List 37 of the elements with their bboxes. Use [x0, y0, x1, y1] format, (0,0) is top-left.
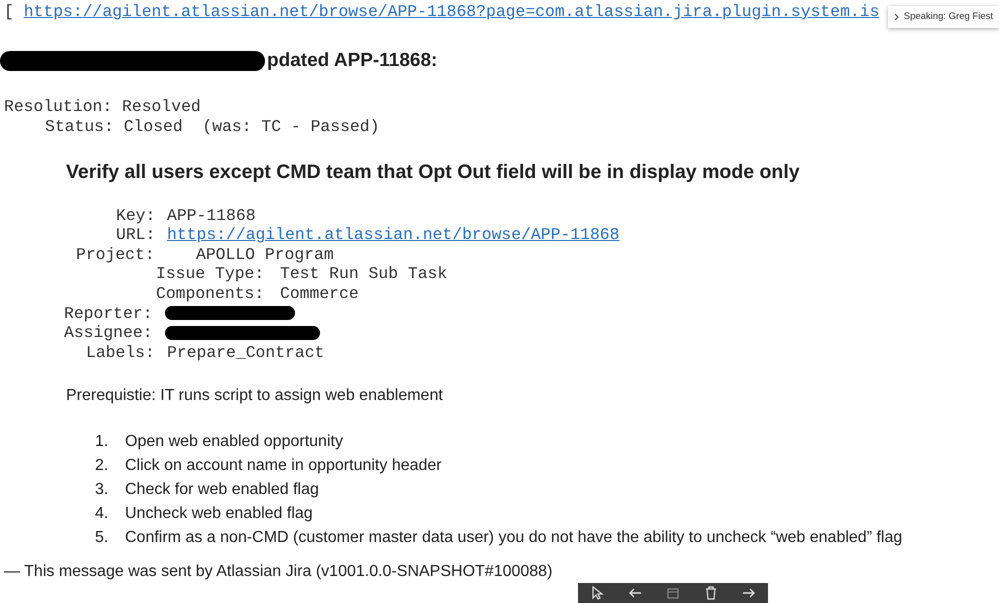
- field-value: APP-11868: [167, 206, 256, 226]
- step-text: Click on account name in opportunity header: [125, 456, 442, 476]
- step-text: Uncheck web enabled flag: [125, 504, 313, 524]
- issue-summary: Verify all users except CMD team that Opt Out field will be in display mode only: [66, 160, 801, 186]
- field-label: Issue Type:: [156, 264, 264, 284]
- field-label: URL:: [116, 225, 156, 245]
- field-label: Labels:: [86, 342, 155, 362]
- field-value: Resolved: [122, 97, 201, 116]
- url-link[interactable]: https://agilent.atlassian.net/browse/APP-11868?page=com.atlassian.jira.plugin.system.is: [24, 2, 880, 21]
- field-label: Reporter:: [64, 304, 153, 324]
- field-label: Key:: [116, 206, 156, 226]
- field-value: Commerce: [280, 284, 359, 304]
- step-text: Open web enabled opportunity: [125, 432, 343, 452]
- speaking-text: Speaking: Greg Fiest: [904, 10, 993, 24]
- step-number: 1.: [95, 432, 110, 452]
- step-text: Check for web enabled flag: [125, 480, 319, 500]
- field-label: Assignee:: [64, 323, 153, 343]
- bracket-text: [: [4, 2, 14, 21]
- step-text: Confirm as a non-CMD (customer master data user) you do not have the ability to uncheck “web enabled” flag: [125, 528, 902, 548]
- field-value: Prepare_Contract: [167, 342, 324, 362]
- step-number: 5.: [95, 528, 110, 548]
- chevron-icon: [894, 13, 900, 22]
- field-value: Closed (was: TC - Passed): [124, 116, 380, 136]
- field-value: APOLLO Program: [196, 244, 334, 264]
- step-number: 3.: [95, 480, 110, 500]
- step-number: 4.: [95, 504, 110, 524]
- step-number: 2.: [95, 456, 110, 476]
- footer-text: — This message was sent by Atlassian Jira (v1001.0.0-SNAPSHOT#100088): [4, 562, 552, 582]
- update-heading: pdated APP-11868:: [267, 48, 438, 73]
- field-label: Components:: [156, 284, 264, 304]
- issue-link[interactable]: https://agilent.atlassian.net/browse/APP-11868: [167, 225, 620, 245]
- field-label: Resolution:: [4, 97, 112, 116]
- trash-icon: [703, 585, 719, 601]
- prerequisite-text: Prerequistie: IT runs script to assign web enablement: [66, 386, 444, 406]
- field-label: Project:: [76, 244, 155, 264]
- field-value: Test Run Sub Task: [280, 264, 448, 284]
- field-label: Status:: [45, 116, 114, 136]
